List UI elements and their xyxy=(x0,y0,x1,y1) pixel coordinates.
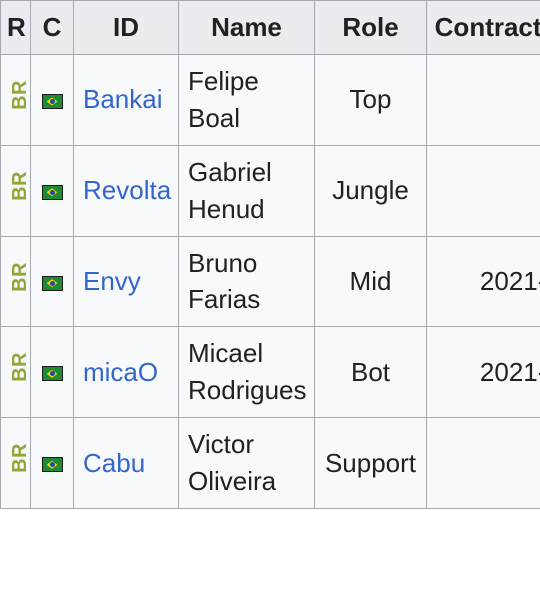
region-label: BR xyxy=(9,352,31,383)
cell-country xyxy=(30,417,74,509)
cell-player-id[interactable]: micaO xyxy=(73,326,179,419)
cell-role: Jungle xyxy=(314,144,427,237)
cell-country xyxy=(30,53,74,146)
cell-country xyxy=(30,235,74,328)
cell-region: BR xyxy=(0,235,31,328)
player-id-link[interactable]: micaO xyxy=(83,357,158,387)
cell-region: BR xyxy=(0,417,31,509)
column-header-role: Role xyxy=(314,0,427,55)
cell-region: BR xyxy=(0,53,31,146)
cell-country xyxy=(30,326,74,419)
cell-role: Top xyxy=(314,53,427,146)
column-header-country: C xyxy=(30,0,74,55)
flag-globe xyxy=(49,280,55,286)
roster-table-container: R C ID Name Role Contract Ends BR xyxy=(0,0,540,606)
cell-player-name: Micael Rodrigues xyxy=(178,326,315,419)
team-roster-table: R C ID Name Role Contract Ends BR xyxy=(0,0,540,509)
cell-player-name: Gabriel Henud xyxy=(178,144,315,237)
brazil-flag-icon xyxy=(41,184,63,200)
brazil-flag-icon xyxy=(41,457,63,473)
table-row: BR Envy Bruno Farias Mid 2021-11-15 xyxy=(0,235,540,328)
table-row: BR Bankai Felipe Boal Top - xyxy=(0,53,540,146)
cell-contract-ends: 2021-11-15 xyxy=(426,326,540,419)
column-header-id: ID xyxy=(73,0,179,55)
cell-player-name: Bruno Farias xyxy=(178,235,315,328)
cell-player-id[interactable]: Envy xyxy=(73,235,179,328)
cell-contract-ends: - xyxy=(426,417,540,509)
cell-contract-ends: - xyxy=(426,144,540,237)
table-row: BR Cabu Victor Oliveira Support - xyxy=(0,417,540,509)
region-label: BR xyxy=(9,79,31,110)
brazil-flag-icon xyxy=(41,93,63,109)
table-row: BR micaO Micael Rodrigues Bot 2021-11-15 xyxy=(0,326,540,419)
player-id-link[interactable]: Revolta xyxy=(83,175,171,205)
cell-country xyxy=(30,144,74,237)
region-label: BR xyxy=(9,261,31,292)
brazil-flag-icon xyxy=(41,366,63,382)
table-row: BR Revolta Gabriel Henud Jungle - xyxy=(0,144,540,237)
cell-contract-ends: 2021-11-15 xyxy=(426,235,540,328)
player-id-link[interactable]: Envy xyxy=(83,266,141,296)
cell-contract-ends: - xyxy=(426,53,540,146)
flag-globe xyxy=(49,462,55,468)
cell-role: Mid xyxy=(314,235,427,328)
cell-player-id[interactable]: Cabu xyxy=(73,417,179,509)
cell-role: Bot xyxy=(314,326,427,419)
flag-globe xyxy=(49,98,55,104)
header-row: R C ID Name Role Contract Ends xyxy=(0,0,540,55)
table-body: BR Bankai Felipe Boal Top - BR xyxy=(0,53,540,509)
column-header-name: Name xyxy=(178,0,315,55)
cell-player-name: Felipe Boal xyxy=(178,53,315,146)
cell-role: Support xyxy=(314,417,427,509)
player-id-link[interactable]: Bankai xyxy=(83,84,163,114)
region-label: BR xyxy=(9,170,31,201)
column-header-contract-ends: Contract Ends xyxy=(426,0,540,55)
table-header: R C ID Name Role Contract Ends xyxy=(0,0,540,55)
flag-globe xyxy=(49,189,55,195)
cell-region: BR xyxy=(0,144,31,237)
brazil-flag-icon xyxy=(41,275,63,291)
cell-region: BR xyxy=(0,326,31,419)
cell-player-name: Victor Oliveira xyxy=(178,417,315,509)
player-id-link[interactable]: Cabu xyxy=(83,448,145,478)
column-header-region: R xyxy=(0,0,31,55)
cell-player-id[interactable]: Bankai xyxy=(73,53,179,146)
cell-player-id[interactable]: Revolta xyxy=(73,144,179,237)
region-label: BR xyxy=(9,443,31,474)
